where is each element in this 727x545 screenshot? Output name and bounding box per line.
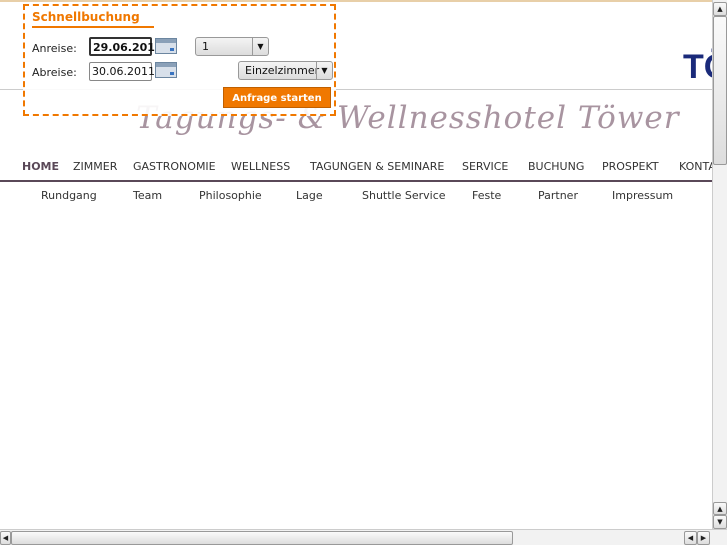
arrival-label: Anreise: [32,42,77,55]
vertical-scroll-thumb[interactable] [713,16,727,165]
nav-item-kontakt[interactable]: KONTAKT [679,160,712,173]
chevron-down-icon: ▼ [252,38,268,55]
horizontal-scroll-thumb[interactable] [11,531,513,545]
departure-date-input[interactable]: 30.06.2011 [89,62,155,81]
vertical-scrollbar[interactable]: ▲ ▲ ▼ [712,0,727,529]
room-type-value: Einzelzimmer [245,64,320,77]
quick-booking-title: Schnellbuchung [32,10,154,28]
logo[interactable]: TÖWER [683,48,712,87]
subnav-item-feste[interactable]: Feste [472,189,501,202]
main-nav: HOME ZIMMER GASTRONOMIE WELLNESS TAGUNGE… [22,160,712,176]
nav-item-wellness[interactable]: WELLNESS [231,160,290,173]
scroll-down-arrow-icon[interactable]: ▼ [713,515,727,529]
nav-divider [0,180,712,182]
subnav-item-team[interactable]: Team [133,189,162,202]
scroll-up-arrow-icon[interactable]: ▲ [713,2,727,16]
subnav-item-impressum[interactable]: Impressum [612,189,673,202]
persons-value: 1 [202,40,209,53]
subnav-item-rundgang[interactable]: Rundgang [41,189,97,202]
nav-item-tagungen[interactable]: TAGUNGEN & SEMINARE [310,160,444,173]
nav-item-home[interactable]: HOME [22,160,59,173]
nav-item-zimmer[interactable]: ZIMMER [73,160,117,173]
top-border [0,0,712,2]
arrival-calendar-icon[interactable] [155,38,177,54]
subnav-item-partner[interactable]: Partner [538,189,578,202]
nav-item-gastronomie[interactable]: GASTRONOMIE [133,160,216,173]
subnav-item-shuttle[interactable]: Shuttle Service [362,189,446,202]
persons-select[interactable]: 1 ▼ [195,37,269,56]
nav-item-buchung[interactable]: BUCHUNG [528,160,584,173]
nav-item-prospekt[interactable]: PROSPEKT [602,160,659,173]
departure-label: Abreise: [32,66,77,79]
submit-request-button[interactable]: Anfrage starten [223,87,331,108]
subnav-item-lage[interactable]: Lage [296,189,323,202]
subnav-item-philosophie[interactable]: Philosophie [199,189,262,202]
scroll-up-arrow-icon[interactable]: ▲ [713,502,727,515]
scroll-right-arrow-icon[interactable]: ▶ [697,531,710,545]
chevron-down-icon: ▼ [316,62,332,79]
scroll-left-arrow-icon[interactable]: ◀ [0,531,11,545]
scroll-left-arrow-icon[interactable]: ◀ [684,531,697,545]
horizontal-scrollbar[interactable]: ◀ ◀ ▶ [0,529,727,545]
arrival-date-input[interactable]: 29.06.2011 [89,37,163,56]
departure-calendar-icon[interactable] [155,62,177,78]
room-type-select[interactable]: Einzelzimmer ▼ [238,61,333,80]
quick-booking-panel: Schnellbuchung Anreise: 29.06.2011 Abrei… [23,4,336,116]
nav-item-service[interactable]: SERVICE [462,160,508,173]
